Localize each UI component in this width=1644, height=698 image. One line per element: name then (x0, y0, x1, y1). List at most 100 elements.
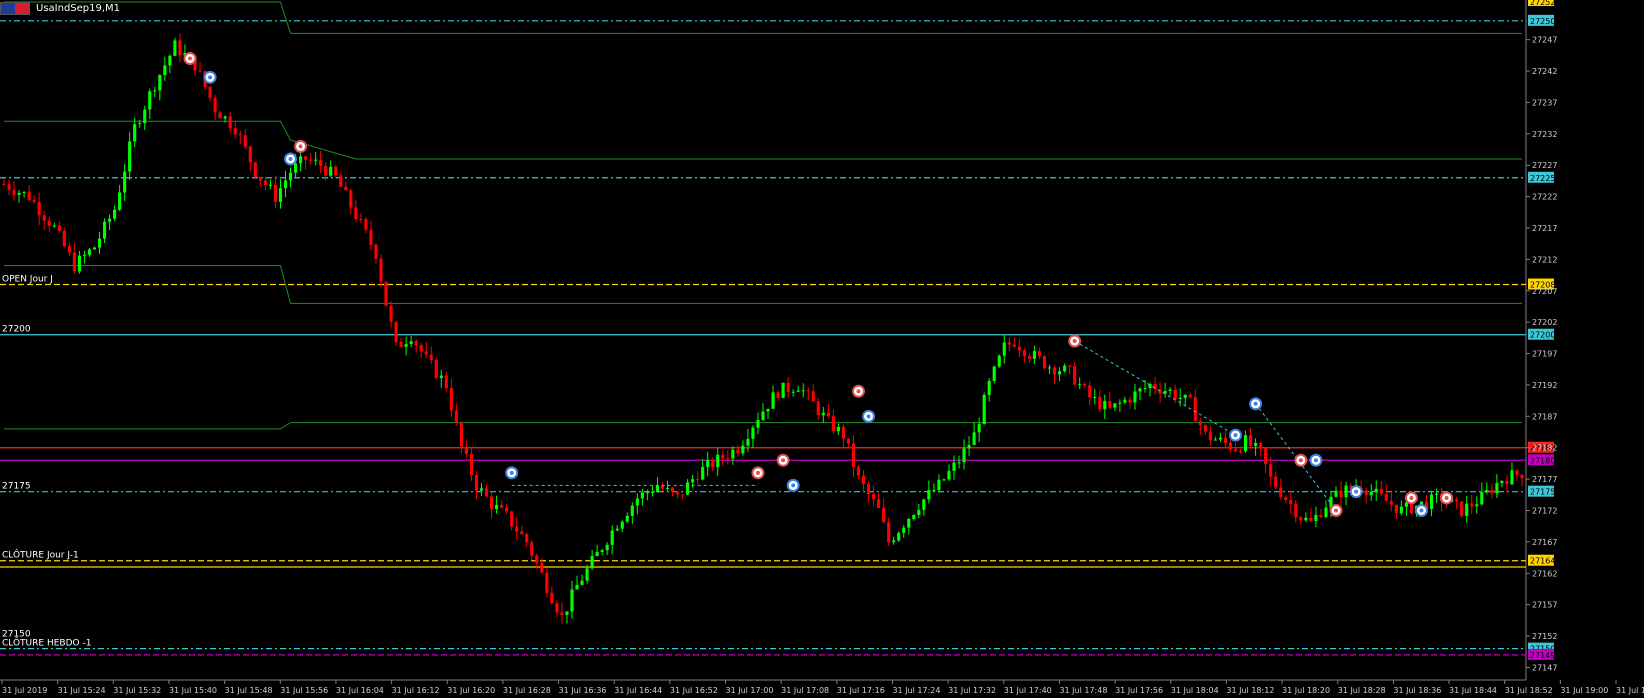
candle-body (1404, 502, 1408, 507)
price-tag: 27175 (1530, 488, 1555, 497)
candle-body (781, 382, 785, 398)
candle-body (1243, 435, 1248, 452)
candle-body (1042, 356, 1047, 369)
candle-body (253, 162, 257, 178)
candle-body (751, 427, 755, 439)
chart-window[interactable]: UsaIndSep19,M1 27250 27225 OPEN Jour J 2720… (0, 0, 1644, 698)
candle-body (344, 186, 348, 191)
candle-body (942, 479, 946, 481)
y-tick-label: 27207 (1532, 287, 1557, 296)
x-tick-label: 31 Jul 16:52 (670, 686, 718, 695)
candle-body (1238, 451, 1243, 453)
candle-body (404, 344, 408, 347)
candle-body (324, 165, 328, 176)
candle-body (123, 171, 127, 193)
candle-body (650, 491, 654, 493)
candle-body (1434, 493, 1439, 495)
y-tick-label: 27197 (1532, 350, 1557, 359)
x-tick-label: 31 Jul 18:04 (1171, 686, 1219, 695)
candle-body (1138, 388, 1142, 392)
y-tick-label: 27192 (1532, 381, 1557, 390)
candle-body (138, 123, 142, 125)
candle-body (374, 244, 378, 259)
candle-body (1128, 399, 1132, 403)
candle-body (208, 86, 212, 98)
candle-body (816, 401, 820, 416)
candle-body (1334, 490, 1338, 497)
candle-body (1274, 476, 1278, 488)
candle-body (394, 321, 398, 342)
x-tick-label: 31 Jul 19:08 (1616, 686, 1644, 695)
y-tick-label: 27232 (1532, 130, 1557, 139)
x-tick-label: 31 Jul 15:56 (280, 686, 328, 695)
candle-body (555, 603, 559, 613)
candle-body (238, 134, 242, 136)
y-tick-label: 27247 (1532, 36, 1557, 45)
marker-center (1313, 458, 1318, 463)
x-tick-label: 31 Jul 15:24 (58, 686, 106, 695)
candle-body (967, 444, 971, 449)
candle-body (796, 390, 800, 392)
candle-body (1324, 507, 1328, 518)
candle-body (1118, 402, 1122, 404)
candle-body (52, 225, 56, 227)
candle-body (912, 514, 916, 519)
candle-body (1168, 389, 1172, 391)
x-tick-label: 31 Jul 18:36 (1393, 686, 1441, 695)
candle-body (37, 202, 41, 216)
candle-body (1299, 517, 1303, 521)
candle-body (500, 504, 504, 508)
candle-body (1394, 504, 1398, 514)
candle-body (1249, 435, 1253, 446)
candle-body (1073, 365, 1077, 385)
candle-body (1399, 506, 1403, 514)
x-tick-label: 31 Jul 17:32 (948, 686, 996, 695)
candle-body (148, 91, 152, 110)
x-tick-label: 31 Jul 16:12 (392, 686, 440, 695)
candle-body (77, 255, 81, 272)
candle-body (1123, 399, 1127, 403)
candle-body (459, 422, 463, 447)
candle-body (776, 392, 780, 398)
candle-body (178, 40, 182, 56)
x-tick-label: 31 Jul 17:48 (1059, 686, 1107, 695)
candle-body (897, 532, 901, 541)
y-tick-label: 27157 (1532, 601, 1557, 610)
candle-body (464, 446, 469, 454)
candle-body (1259, 443, 1263, 449)
candle-body (545, 572, 549, 593)
candle-body (1183, 394, 1187, 398)
candle-body (505, 507, 509, 512)
candle-body (766, 408, 770, 412)
x-tick-label: 31 Jul 15:48 (225, 686, 273, 695)
candle-body (726, 458, 730, 460)
marker-center (755, 470, 760, 475)
candle-body (1083, 383, 1087, 386)
candle-body (670, 487, 675, 492)
x-tick-label: 31 Jul 18:28 (1338, 686, 1386, 695)
candle-body (1203, 425, 1207, 432)
candle-body (424, 351, 428, 355)
candle-body (168, 55, 172, 66)
candle-body (841, 426, 845, 439)
candle-body (384, 281, 388, 306)
candle-body (158, 75, 162, 91)
marker-center (1444, 495, 1449, 500)
candle-body (675, 491, 680, 495)
candle-body (957, 462, 961, 464)
candle-body (97, 238, 102, 248)
candle-body (861, 475, 866, 485)
candle-body (17, 192, 21, 195)
candle-body (902, 527, 906, 533)
candle-body (595, 551, 599, 557)
candlestick-chart[interactable]: 2725027225OPEN Jour J2720827200272002718… (0, 0, 1644, 698)
candle-body (907, 518, 911, 528)
price-tag: 27164 (1530, 557, 1555, 566)
candle-body (1264, 448, 1268, 465)
candle-body (1228, 442, 1233, 450)
candle-body (1153, 384, 1157, 390)
candle-body (962, 448, 966, 463)
candle-body (1198, 420, 1202, 426)
candle-body (22, 191, 26, 193)
candle-body (580, 580, 584, 585)
